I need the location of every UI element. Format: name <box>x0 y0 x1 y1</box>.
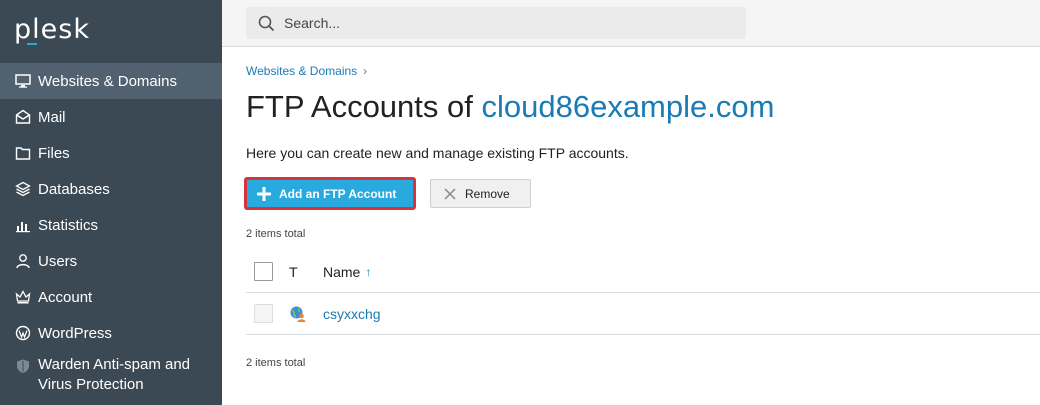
sidebar-item-label: Warden Anti-spam and Virus Protection <box>38 356 191 393</box>
close-icon <box>444 187 456 200</box>
shield-icon <box>14 357 31 374</box>
sidebar-item-mail[interactable]: Mail <box>0 99 222 135</box>
page-title-prefix: FTP Accounts of <box>246 89 482 124</box>
column-type[interactable]: T <box>289 264 313 280</box>
chevron-right-icon: › <box>363 64 368 78</box>
user-icon <box>14 253 31 270</box>
column-name[interactable]: Name ↑ <box>323 264 371 280</box>
search-box[interactable] <box>246 7 746 39</box>
page-title: FTP Accounts of cloud86example.com <box>246 89 774 125</box>
sidebar-item-label: Mail <box>38 108 66 126</box>
page-description: Here you can create new and manage exist… <box>246 145 629 161</box>
column-name-label: Name <box>323 263 361 280</box>
sidebar: plesk Websites & Domains Mail Files Data… <box>0 0 222 405</box>
plus-icon <box>257 186 271 201</box>
bar-chart-icon <box>14 217 31 234</box>
folder-icon <box>14 145 31 162</box>
remove-button[interactable]: Remove <box>430 179 531 208</box>
logo-text: plesk <box>14 14 90 45</box>
items-total-bottom: 2 items total <box>246 357 306 369</box>
sidebar-item-warden[interactable]: Warden Anti-spam and Virus Protection <box>0 351 222 395</box>
table-header: T Name ↑ <box>246 251 1040 293</box>
items-total-top: 2 items total <box>246 228 306 240</box>
sidebar-item-account[interactable]: Account <box>0 279 222 315</box>
row-checkbox[interactable] <box>254 304 273 323</box>
sidebar-item-databases[interactable]: Databases <box>0 171 222 207</box>
sidebar-item-label: Files <box>38 144 70 162</box>
sidebar-item-label: Users <box>38 252 78 270</box>
sidebar-item-label: Statistics <box>38 216 99 234</box>
sidebar-item-label: Account <box>38 288 93 306</box>
logo-accent-bar <box>27 43 37 45</box>
database-icon <box>14 181 31 198</box>
add-ftp-account-label: Add an FTP Account <box>279 186 397 201</box>
search-icon <box>258 15 284 32</box>
sidebar-item-label: WordPress <box>38 324 112 342</box>
table-row: csyxxchg <box>246 293 1040 335</box>
sidebar-item-websites-domains[interactable]: Websites & Domains <box>0 63 222 99</box>
plesk-logo[interactable]: plesk <box>14 14 90 45</box>
select-all-checkbox[interactable] <box>254 262 273 281</box>
sidebar-item-label: Websites & Domains <box>38 72 177 90</box>
page-title-domain[interactable]: cloud86example.com <box>481 89 774 124</box>
mail-icon <box>14 109 31 126</box>
ftp-user-icon <box>289 305 307 323</box>
sidebar-nav: Websites & Domains Mail Files Databases … <box>0 63 222 395</box>
sidebar-item-wordpress[interactable]: WordPress <box>0 315 222 351</box>
top-bar <box>222 0 1040 47</box>
breadcrumb-websites-domains[interactable]: Websites & Domains <box>246 64 357 78</box>
add-ftp-account-button[interactable]: Add an FTP Account <box>244 177 416 210</box>
wordpress-icon <box>14 325 31 342</box>
ftp-account-link[interactable]: csyxxchg <box>323 306 381 322</box>
sidebar-item-label: Databases <box>38 180 110 198</box>
crown-icon <box>14 289 31 306</box>
remove-label: Remove <box>465 186 510 201</box>
ftp-accounts-table: T Name ↑ csyxxchg <box>246 251 1040 335</box>
search-input[interactable] <box>284 15 724 31</box>
sidebar-item-files[interactable]: Files <box>0 135 222 171</box>
sidebar-item-statistics[interactable]: Statistics <box>0 207 222 243</box>
sort-ascending-icon: ↑ <box>365 264 372 279</box>
sidebar-item-users[interactable]: Users <box>0 243 222 279</box>
breadcrumb: Websites & Domains › <box>246 64 367 78</box>
monitor-icon <box>14 73 31 90</box>
